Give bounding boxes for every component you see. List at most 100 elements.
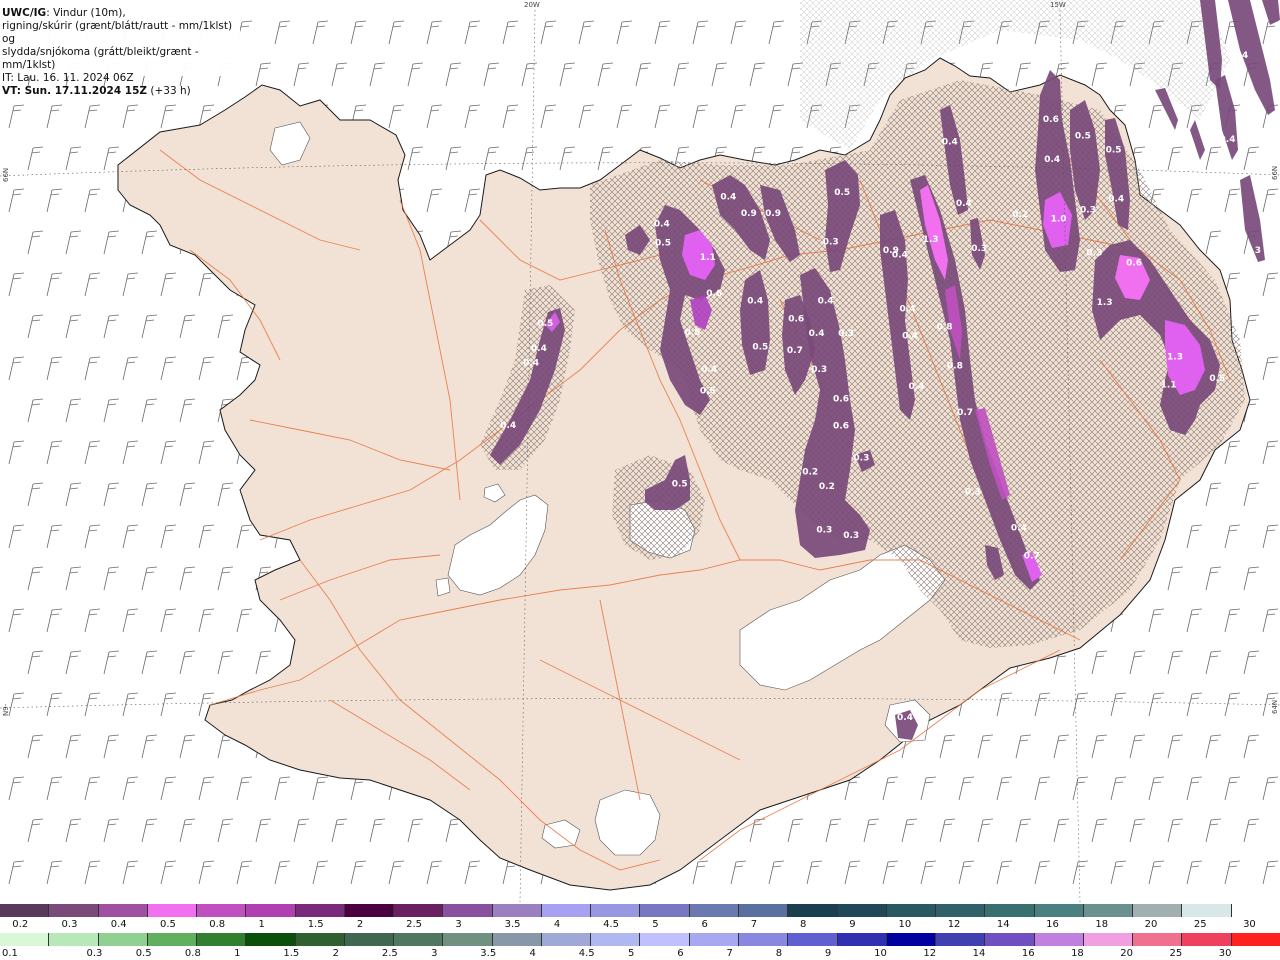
wind-barb — [1262, 524, 1279, 549]
precip-value-label: 0.7 — [957, 408, 973, 418]
precip-value-label: 0.3 — [1080, 205, 1096, 215]
wind-barb — [1053, 818, 1070, 843]
wind-barb — [1186, 776, 1203, 801]
wind-barb — [388, 20, 405, 45]
legend-swatch — [689, 933, 739, 946]
legend-swatch — [443, 904, 493, 917]
legend-label: 0.5 — [135, 948, 152, 959]
precip-value-label: 0.5 — [834, 188, 850, 198]
product-line-3: slydda/snjókoma (grátt/bleikt/grænt - mm… — [2, 46, 199, 71]
wind-barb — [1148, 860, 1165, 885]
wind-barb — [464, 860, 481, 885]
wind-barb — [198, 860, 215, 885]
legend-label: 0.5 — [160, 919, 176, 930]
wind-barb — [692, 104, 709, 129]
legend-label: 4 — [553, 919, 561, 930]
wind-barb — [1148, 776, 1165, 801]
wind-barb — [122, 272, 139, 297]
wind-barb — [312, 776, 329, 801]
wind-barb — [1186, 524, 1203, 549]
wind-barb — [1129, 734, 1146, 759]
legend-swatch — [295, 933, 345, 946]
wind-barb — [426, 188, 443, 213]
precip-value-label: 0.3 — [816, 526, 832, 536]
wind-barb — [8, 692, 25, 717]
wind-barb — [1015, 734, 1032, 759]
wind-barb — [768, 20, 785, 45]
precip-value-label: 0.3 — [823, 238, 839, 248]
wind-barb — [1205, 566, 1222, 591]
wind-barb — [8, 188, 25, 213]
legend-swatch — [394, 904, 444, 917]
legend-swatch — [1231, 904, 1280, 917]
coord-top-left: 20W — [524, 1, 540, 9]
legend-swatch — [246, 933, 296, 946]
legend-label: 0.8 — [184, 948, 201, 959]
wind-barb — [84, 104, 101, 129]
wind-barb — [46, 272, 63, 297]
wind-barb — [692, 860, 709, 885]
legend-label: 0.2 — [12, 919, 29, 930]
wind-barb — [996, 776, 1013, 801]
wind-barb — [787, 818, 804, 843]
wind-barb — [597, 146, 614, 171]
wind-barb — [236, 356, 253, 381]
wind-barb — [1148, 104, 1165, 129]
wind-barb — [274, 776, 291, 801]
legend-label: 7 — [750, 919, 758, 930]
legend-label: 14 — [996, 919, 1010, 930]
legend-label: 2 — [332, 948, 339, 959]
wind-barb — [730, 20, 747, 45]
wind-barb — [8, 608, 25, 633]
precip-value-label: 0.4 — [1044, 155, 1060, 165]
wind-barb — [540, 104, 557, 129]
legend-swatch — [147, 933, 198, 946]
wind-barb — [1034, 776, 1051, 801]
wind-barb — [160, 860, 177, 885]
wind-barb — [1205, 650, 1222, 675]
legend-label: 16 — [1046, 919, 1059, 930]
precip-value-label: 0.9 — [765, 209, 781, 219]
legend-swatch — [443, 933, 493, 946]
wind-barb — [312, 20, 329, 45]
legend-swatch — [344, 933, 395, 946]
wind-barb — [825, 818, 842, 843]
legend-swatch — [936, 933, 986, 946]
wind-barb — [65, 230, 82, 255]
legend-swatch — [1083, 904, 1134, 917]
precip-value-label: 0.4 — [809, 329, 825, 339]
wind-barb — [521, 146, 538, 171]
legend-label: 0.1 — [2, 948, 18, 959]
wind-barb — [27, 566, 44, 591]
legend-label: 6 — [677, 948, 684, 959]
wind-barb — [1262, 776, 1279, 801]
wind-barb — [217, 818, 234, 843]
precip-value-label: 0.4 — [902, 332, 918, 342]
precip-value-label: 0.5 — [685, 328, 701, 338]
wind-barb — [464, 20, 481, 45]
legend-label: 0.8 — [209, 919, 226, 930]
precip-value-label: 0.4 — [1011, 524, 1027, 534]
legend-label: 4.5 — [578, 948, 595, 959]
legend-label: 9 — [824, 948, 832, 959]
wind-barb — [616, 104, 633, 129]
legend-label: 0.3 — [86, 948, 103, 959]
wind-barb — [141, 650, 158, 675]
wind-barb — [559, 62, 576, 87]
wind-barb — [331, 818, 348, 843]
wind-barb — [1015, 62, 1032, 87]
coord-left-upper: 66N — [2, 167, 10, 182]
coord-right-lower: 64N — [1271, 699, 1279, 714]
wind-barb — [483, 146, 500, 171]
precip-value-label: 0.4 — [720, 193, 736, 203]
legend-swatch — [591, 933, 641, 946]
wind-barb — [1072, 776, 1089, 801]
wind-barb — [920, 860, 937, 885]
legend-label: 30 — [1218, 948, 1232, 959]
wind-barb — [711, 62, 728, 87]
precip-value-label: 0.4 — [909, 382, 925, 392]
wind-barb — [1224, 440, 1241, 465]
legend-swatch — [788, 933, 838, 946]
wind-barb — [65, 482, 82, 507]
wind-barb — [426, 20, 443, 45]
